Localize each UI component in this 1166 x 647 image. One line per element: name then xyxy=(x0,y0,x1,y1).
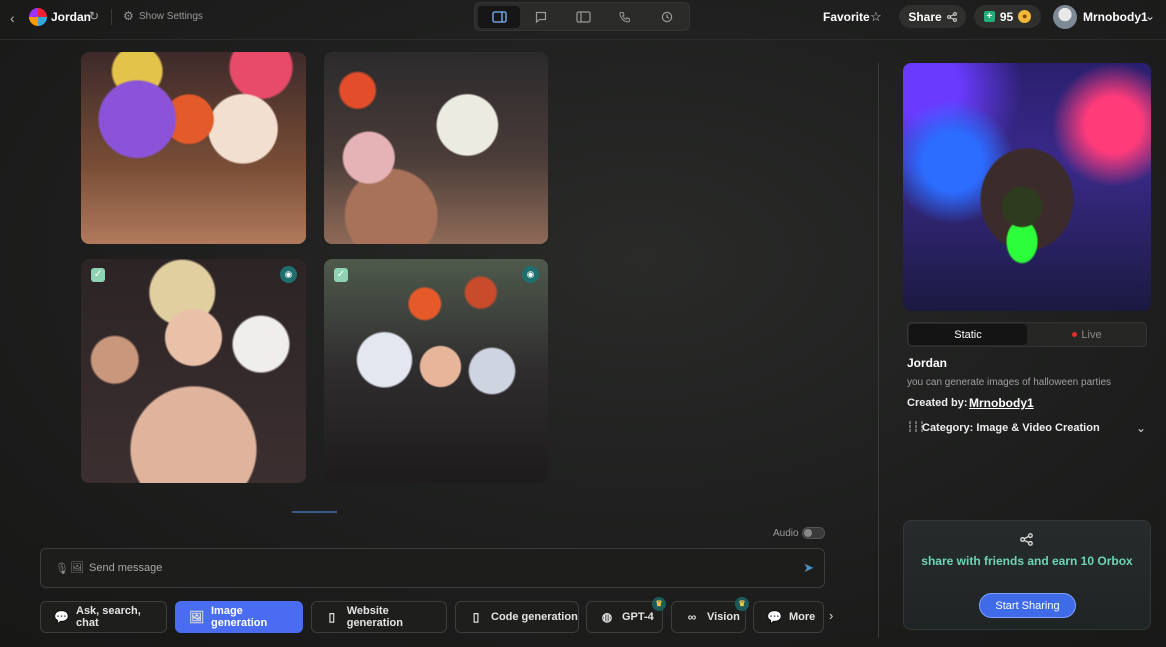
mode-label: More xyxy=(789,611,816,623)
view-mode-toolbar xyxy=(474,2,690,31)
mode-website-generation-button[interactable]: ▯ Website generation xyxy=(311,601,447,633)
message-input[interactable] xyxy=(89,557,769,579)
mode-label: Image generation xyxy=(211,605,268,629)
creator-link[interactable]: Mrnobody1 xyxy=(969,396,1034,410)
back-arrow-icon[interactable]: ‹ xyxy=(10,10,15,26)
tab-label: Static xyxy=(954,328,982,341)
history-button[interactable] xyxy=(646,6,688,28)
generated-image[interactable] xyxy=(324,52,548,244)
phone-icon xyxy=(619,12,630,23)
document-icon: ▯ xyxy=(472,610,480,624)
mode-label: Website generation xyxy=(346,605,403,629)
mode-code-generation-button[interactable]: ▯ Code generation xyxy=(455,601,579,633)
message-composer: 🎙 🖼 ➤ xyxy=(40,548,825,588)
glasses-icon: ∞ xyxy=(687,610,697,624)
tab-static[interactable]: Static xyxy=(909,324,1027,345)
crown-icon: ♛ xyxy=(735,597,749,611)
bot-name: Jordan xyxy=(51,10,92,24)
chat-bubbles-icon: 💬 xyxy=(767,610,782,624)
generated-image[interactable]: ✓ ◉ xyxy=(324,259,548,483)
chat-icon xyxy=(535,11,547,23)
eye-icon[interactable]: ◉ xyxy=(280,266,297,283)
chevron-right-icon[interactable]: › xyxy=(829,608,833,623)
live-dot-icon xyxy=(1072,332,1078,337)
show-settings-button[interactable]: Show Settings xyxy=(139,11,203,22)
eye-icon[interactable]: ◉ xyxy=(522,266,539,283)
user-avatar[interactable] xyxy=(1053,5,1077,29)
share-button[interactable]: Share xyxy=(899,5,966,28)
divider xyxy=(111,9,112,25)
refresh-icon[interactable]: ↻ xyxy=(89,9,99,23)
send-icon[interactable]: ➤ xyxy=(803,560,814,576)
microphone-icon[interactable]: 🎙 xyxy=(55,562,69,575)
image-upload-icon[interactable]: 🖼 xyxy=(70,561,84,574)
tab-live[interactable]: Live xyxy=(1028,324,1146,345)
share-promo-text: share with friends and earn 10 Orbox xyxy=(921,554,1133,568)
mode-label: Ask, search, chat xyxy=(76,605,141,629)
bot-title: Jordan xyxy=(907,356,948,370)
coin-icon: ● xyxy=(1018,10,1032,23)
bot-cover-image xyxy=(903,63,1151,311)
top-bar: ‹ Jordan ↻ ⚙ Show Settings Favorite ☆ Sh… xyxy=(0,0,1166,40)
favorite-button[interactable]: Favorite xyxy=(823,10,870,24)
share-label: Share xyxy=(908,9,942,24)
mode-label: Vision xyxy=(707,611,740,623)
split-view-button[interactable] xyxy=(478,6,520,28)
mode-label: GPT-4 xyxy=(622,611,654,623)
start-sharing-button[interactable]: Start Sharing xyxy=(979,593,1076,618)
checkbox-checked-icon[interactable]: ✓ xyxy=(91,268,105,282)
user-name[interactable]: Mrnobody1 xyxy=(1083,10,1148,24)
mode-vision-button[interactable]: ∞ Vision ♛ xyxy=(671,597,749,633)
mode-image-generation-button[interactable]: 🖼 Image generation xyxy=(175,601,303,633)
plus-icon: + xyxy=(983,11,995,22)
category-label[interactable]: Category: Image & Video Creation xyxy=(922,422,1100,434)
share-icon xyxy=(946,11,957,22)
bot-avatar xyxy=(29,8,47,26)
call-button[interactable] xyxy=(604,6,646,28)
share-promo-card: share with friends and earn 10 Orbox Sta… xyxy=(903,520,1151,630)
mode-segmented-control: Static Live xyxy=(907,322,1147,347)
generated-image[interactable] xyxy=(81,52,306,244)
chat-bubbles-icon: 💬 xyxy=(54,610,69,624)
share-icon xyxy=(1020,533,1033,546)
image-icon: 🖼 xyxy=(189,610,205,624)
document-icon: ▯ xyxy=(328,610,336,624)
mode-more-button[interactable]: 💬 More xyxy=(753,601,824,633)
panel-view-button[interactable] xyxy=(562,6,604,28)
split-view-icon xyxy=(491,11,507,23)
chevron-down-icon[interactable]: ⌄ xyxy=(1136,421,1146,435)
crown-icon: ♛ xyxy=(652,597,666,611)
gear-icon[interactable]: ⚙ xyxy=(123,9,134,23)
orbox-balance[interactable]: + 95 ● xyxy=(974,5,1041,28)
chat-view-button[interactable] xyxy=(520,6,562,28)
panel-divider xyxy=(878,63,879,638)
sidebar-layout-icon xyxy=(575,11,591,23)
chat-bubble-icon: ◍ xyxy=(601,610,613,624)
checkbox-checked-icon[interactable]: ✓ xyxy=(334,268,348,282)
mode-label: Code generation xyxy=(491,611,578,623)
chevron-down-icon[interactable]: ⌄ xyxy=(1145,9,1155,23)
created-by-label: Created by: xyxy=(907,397,968,409)
bot-description: you can generate images of halloween par… xyxy=(907,377,1112,388)
star-icon[interactable]: ☆ xyxy=(870,9,882,25)
mode-chat-button[interactable]: 💬 Ask, search, chat xyxy=(40,601,167,633)
audio-toggle[interactable] xyxy=(802,527,825,539)
loading-indicator xyxy=(292,511,337,513)
history-icon xyxy=(661,11,673,23)
tab-label: Live xyxy=(1081,328,1102,341)
mode-gpt4-button[interactable]: ◍ GPT-4 ♛ xyxy=(586,597,666,633)
generated-image[interactable]: ✓ ◉ xyxy=(81,259,306,483)
orbox-count: 95 xyxy=(999,9,1014,24)
audio-label: Audio xyxy=(773,528,799,539)
